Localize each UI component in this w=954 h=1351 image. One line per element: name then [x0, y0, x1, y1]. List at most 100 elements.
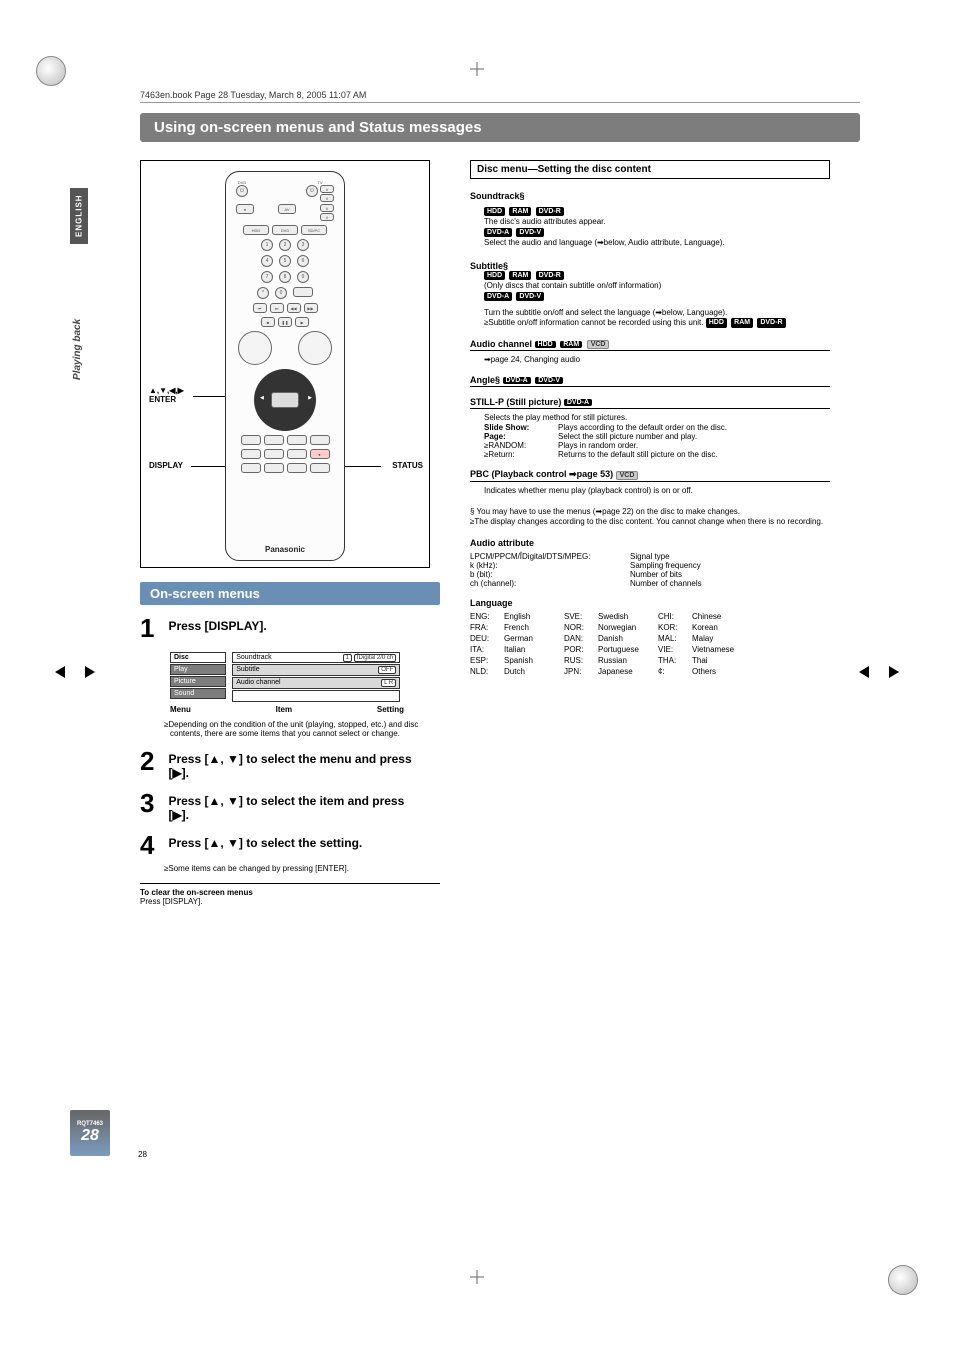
section-tab: Playing back	[72, 319, 83, 380]
clear-heading: To clear the on-screen menus	[140, 888, 440, 897]
attr-row: b (bit):Number of bits	[470, 570, 830, 579]
tag-dvda: DVD-A	[503, 377, 531, 384]
direct-navigator-btn	[238, 331, 272, 365]
soundtrack-line2: Select the audio and language (➡below, A…	[484, 238, 830, 248]
callout-display: DISPLAY	[149, 461, 183, 470]
angle-heading: Angle§ DVD-A DVD-V	[470, 375, 830, 387]
num-9: 9	[297, 271, 309, 283]
num-2: 2	[279, 239, 291, 251]
lang-cell: CHI:	[658, 612, 692, 621]
tag-dvdr: DVD-R	[536, 271, 564, 280]
lang-cell: ITA:	[470, 645, 504, 654]
tv-power-icon: ⏻	[306, 185, 318, 197]
num-6: 6	[297, 255, 309, 267]
nav-left-icon: ◀	[260, 395, 264, 401]
display-btn	[264, 435, 284, 445]
num-8: 8	[279, 271, 291, 283]
lang-cell: POR:	[564, 645, 598, 654]
page-number-small: 28	[138, 1150, 147, 1159]
step-4-text: Press [▲, ▼] to select the setting.	[168, 830, 426, 850]
lang-cell: Dutch	[504, 667, 564, 676]
num-0: 0	[275, 287, 287, 299]
step-4-number: 4	[140, 830, 164, 861]
lang-cell: German	[504, 634, 564, 643]
subtitle-line1: (Only discs that contain subtitle on/off…	[484, 281, 830, 291]
erase-btn	[264, 449, 284, 459]
timeslip-btn	[310, 435, 330, 445]
num-3: 3	[297, 239, 309, 251]
audioch-heading: Audio channel HDD RAM VCD	[470, 339, 830, 351]
menu-item-play: Play	[170, 664, 226, 675]
step-2-number: 2	[140, 746, 164, 777]
language-tab: ENGLISH	[70, 188, 88, 244]
vol-dn: ∨	[320, 194, 334, 202]
rec-btn: ●	[310, 449, 330, 459]
tag-dvda: DVD-A	[484, 292, 512, 301]
footnote-2: ≥The display changes according to the di…	[470, 517, 830, 527]
num-1: 1	[261, 239, 273, 251]
stillp-heading: STILL-P (Still picture) DVD-A	[470, 397, 830, 409]
menu-item-disc: Disc	[170, 652, 226, 663]
stillp-def-row: ≥Return:Returns to the default still pic…	[484, 450, 830, 459]
av-btn: AV	[278, 204, 296, 214]
language-grid: ENG:EnglishSVE:SwedishCHI:ChineseFRA:Fre…	[470, 612, 830, 676]
audioch-line: ➡page 24, Changing audio	[484, 355, 830, 365]
nav-ring: ◀ ▶ ENTER	[254, 369, 316, 431]
soundtrack-heading: Soundtrack§	[470, 191, 830, 201]
functions-btn	[298, 331, 332, 365]
step-4-note: ≥Some items can be changed by pressing […	[164, 864, 440, 873]
lang-cell: KOR:	[658, 623, 692, 632]
tag-dvdv: DVD-V	[516, 228, 544, 237]
menu-item-picture: Picture	[170, 676, 226, 687]
footnote-1: § You may have to use the menus (➡page 2…	[470, 507, 830, 517]
menu-row-subtitle: Subtitle OFF	[232, 664, 400, 676]
lang-cell: Italian	[504, 645, 564, 654]
sdpc-btn: SD/PC	[301, 225, 327, 235]
ch-up: ∧	[320, 204, 334, 212]
hdd-btn: HDD	[243, 225, 269, 235]
tag-ram: RAM	[560, 341, 582, 348]
tag-hdd: HDD	[484, 271, 505, 280]
brand-label: Panasonic	[226, 545, 344, 554]
book-header: 7463en.book Page 28 Tuesday, March 8, 20…	[140, 90, 860, 103]
lang-cell: FRA:	[470, 623, 504, 632]
tag-ram: RAM	[731, 318, 753, 327]
lang-cell: DAN:	[564, 634, 598, 643]
num-5: 5	[279, 255, 291, 267]
menu-row-soundtrack: Soundtrack 1 ÎDigital 2/0 ch	[232, 652, 400, 663]
rew-icon: ◀◀	[287, 303, 301, 313]
lang-cell: SVE:	[564, 612, 598, 621]
ff-icon: ▶▶	[304, 303, 318, 313]
skip-next-icon: ⏭	[270, 303, 284, 313]
tag-ram: RAM	[509, 271, 531, 280]
tag-dvda: DVD-A	[484, 228, 512, 237]
stillp-line1: Selects the play method for still pictur…	[484, 413, 830, 423]
lang-cell: Spanish	[504, 656, 564, 665]
progcheck-btn	[241, 435, 261, 445]
num-star: *	[257, 287, 269, 299]
lang-cell: Chinese	[692, 612, 752, 621]
audio-btn	[310, 463, 330, 473]
attr-row: LPCM/PPCM/ÎDigital/DTS/MPEG:Signal type	[470, 552, 830, 561]
nav-right-icon: ▶	[308, 395, 312, 401]
lang-cell: Japanese	[598, 667, 658, 676]
step-1-number: 1	[140, 613, 164, 644]
chapter-btn	[287, 463, 307, 473]
recmode-btn	[287, 449, 307, 459]
tag-dvdr: DVD-R	[536, 207, 564, 216]
nav-enter-label: ENTER	[278, 390, 292, 395]
subtitle-heading: Subtitle§	[470, 261, 830, 271]
menu-row-audioch: Audio channel L R	[232, 677, 400, 689]
timer-btn	[241, 449, 261, 459]
lang-cell: French	[504, 623, 564, 632]
osd-menu-diagram: Disc Play Picture Sound Soundtrack 1 ÎDi…	[170, 652, 404, 714]
col-label-item: Item	[276, 705, 292, 714]
lang-cell: MAL:	[658, 634, 692, 643]
step-1-text: Press [DISPLAY].	[168, 613, 426, 633]
lang-cell: NLD:	[470, 667, 504, 676]
pbc-line: Indicates whether menu play (playback co…	[484, 486, 830, 496]
lang-cell: VIE:	[658, 645, 692, 654]
lang-cell: Malay	[692, 634, 752, 643]
dubbing-btn	[264, 463, 284, 473]
drive-btn: ●	[236, 204, 254, 214]
